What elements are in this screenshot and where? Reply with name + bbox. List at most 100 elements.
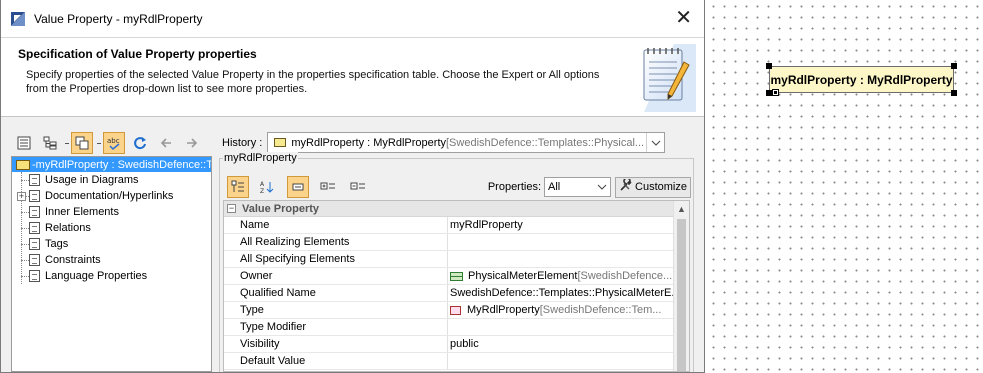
tree-item-relations[interactable]: Relations — [18, 220, 211, 236]
page-icon — [29, 270, 40, 282]
tree-item-label: Relations — [45, 222, 91, 234]
diagram-part-label: myRdlProperty : MyRdlProperty — [769, 66, 954, 93]
svg-text:A: A — [260, 181, 265, 188]
toolbar-separator — [65, 134, 69, 152]
tree-item-tags[interactable]: Tags — [18, 236, 211, 252]
tree-item-label: Tags — [45, 238, 69, 250]
resize-handle-top-left[interactable] — [766, 63, 772, 69]
property-name: Default Value — [224, 353, 448, 369]
property-value-path: [SwedishDefence... — [577, 270, 673, 282]
tree-item-documentation-hyperlinks[interactable]: + Documentation/Hyperlinks — [17, 188, 211, 204]
tree-toolbar: abc — [13, 130, 213, 156]
property-value[interactable] — [448, 319, 689, 335]
header-description: Specify properties of the selected Value… — [26, 69, 600, 95]
tree-root-item[interactable]: -myRdlProperty : SwedishDefence::T — [12, 157, 211, 172]
block-element-icon — [450, 271, 463, 281]
table-row[interactable]: Name myRdlProperty — [224, 217, 689, 234]
tree-root-label: -myRdlProperty : SwedishDefence::T — [32, 158, 211, 171]
tree-item-label: Language Properties — [45, 270, 148, 282]
history-value: myRdlProperty : MyRdlProperty — [291, 136, 446, 149]
resize-handle-top-right[interactable] — [951, 63, 957, 69]
spell-check-icon[interactable]: abc — [103, 132, 125, 154]
history-dropdown[interactable]: myRdlProperty : MyRdlProperty [SwedishDe… — [267, 132, 666, 153]
property-value[interactable]: PhysicalMeterElement [SwedishDefence... — [448, 268, 689, 284]
property-name: Type Modifier — [224, 319, 448, 335]
property-value[interactable] — [448, 353, 689, 369]
scroll-up-icon[interactable]: ▲ — [674, 201, 689, 217]
table-row[interactable]: Type MyRdlProperty [SwedishDefence::Tem.… — [224, 302, 689, 319]
chevron-down-icon[interactable] — [646, 133, 665, 152]
svg-text:abc: abc — [107, 137, 120, 145]
refresh-icon[interactable] — [129, 132, 151, 154]
property-value[interactable]: public — [448, 336, 689, 352]
properties-toolbar: AZ Properties: All Customize — [227, 176, 691, 198]
dialog-body: abc -myRdlProperty : SwedishDefence::T U… — [1, 118, 704, 372]
tree-item-usage-in-diagrams[interactable]: Usage in Diagrams — [18, 172, 211, 188]
resize-handle-bottom-right[interactable] — [951, 90, 957, 96]
tree-item-language-properties[interactable]: Language Properties — [18, 268, 211, 284]
chevron-down-icon[interactable] — [594, 178, 611, 196]
back-arrow-icon[interactable] — [155, 132, 177, 154]
compact-view-icon[interactable] — [287, 176, 309, 198]
table-row[interactable]: Default Value — [224, 353, 689, 370]
window-title: Value Property - myRdlProperty — [34, 11, 203, 26]
header-panel: Specification of Value Property properti… — [1, 37, 704, 117]
table-row[interactable]: All Specifying Elements — [224, 251, 689, 268]
app-logo-icon — [10, 11, 26, 27]
table-row[interactable]: Owner PhysicalMeterElement [SwedishDefen… — [224, 268, 689, 285]
property-name: Owner — [224, 268, 448, 284]
type-icon — [450, 305, 461, 315]
expand-all-icon[interactable] — [317, 176, 339, 198]
tree-list: Usage in Diagrams + Documentation/Hyperl… — [12, 172, 211, 284]
value-property-icon — [274, 138, 287, 147]
tree-view-icon[interactable] — [39, 132, 61, 154]
table-row[interactable]: Type Modifier — [224, 319, 689, 336]
page-icon — [29, 174, 40, 186]
property-value[interactable]: SwedishDefence::Templates::PhysicalMeter… — [448, 285, 689, 301]
property-value[interactable]: MyRdlProperty [SwedishDefence::Tem... — [448, 302, 689, 318]
toolbar-separator — [97, 134, 101, 152]
property-value-text: MyRdlProperty — [467, 304, 540, 316]
properties-table: − Value Property Name myRdlProperty All … — [223, 200, 690, 372]
page-icon — [29, 238, 40, 250]
categorized-view-icon[interactable] — [227, 176, 249, 198]
properties-dropdown[interactable]: All — [544, 177, 612, 197]
tree-item-label: Documentation/Hyperlinks — [45, 190, 174, 202]
header-title: Specification of Value Property properti… — [18, 47, 257, 61]
forward-arrow-icon[interactable] — [181, 132, 203, 154]
customize-label: Customize — [635, 181, 687, 193]
table-row[interactable]: Visibility public — [224, 336, 689, 353]
property-name: All Realizing Elements — [224, 234, 448, 250]
diagram-part-property[interactable]: myRdlProperty : MyRdlProperty — [766, 63, 957, 96]
tree-item-constraints[interactable]: Constraints — [18, 252, 211, 268]
property-name: All Specifying Elements — [224, 251, 448, 267]
property-value[interactable] — [448, 234, 689, 250]
properties-selected: All — [548, 181, 561, 193]
copy-mode-icon[interactable] — [71, 132, 93, 154]
expand-plus-icon[interactable]: + — [17, 192, 26, 201]
page-icon — [29, 190, 40, 202]
collapse-all-icon[interactable] — [347, 176, 369, 198]
collapse-minus-icon[interactable]: − — [227, 204, 236, 213]
property-value-text: SwedishDefence::Templates::PhysicalMeter… — [450, 287, 681, 299]
table-row[interactable]: All Realizing Elements — [224, 234, 689, 251]
group-title: myRdlProperty — [223, 152, 298, 164]
table-scrollbar[interactable]: ▲ — [673, 201, 689, 371]
property-value[interactable]: myRdlProperty — [448, 217, 689, 233]
specification-notepad-icon — [634, 44, 696, 112]
section-header[interactable]: − Value Property — [224, 201, 689, 217]
sort-alphabetical-icon[interactable]: AZ — [257, 176, 279, 198]
close-button[interactable]: ✕ — [675, 8, 692, 28]
table-row[interactable]: Qualified Name SwedishDefence::Templates… — [224, 285, 689, 302]
port-icon[interactable] — [772, 89, 779, 96]
customize-button[interactable]: Customize — [615, 176, 691, 198]
specification-dialog: Value Property - myRdlProperty ✕ Specifi… — [0, 0, 705, 373]
tree-item-label: Usage in Diagrams — [45, 174, 139, 186]
tree-item-label: Constraints — [45, 254, 101, 266]
properties-label: Properties: — [487, 181, 542, 193]
list-view-icon[interactable] — [13, 132, 35, 154]
scrollbar-thumb[interactable] — [677, 219, 686, 371]
property-value[interactable] — [448, 251, 689, 267]
page-icon — [29, 206, 40, 218]
tree-item-inner-elements[interactable]: Inner Elements — [18, 204, 211, 220]
